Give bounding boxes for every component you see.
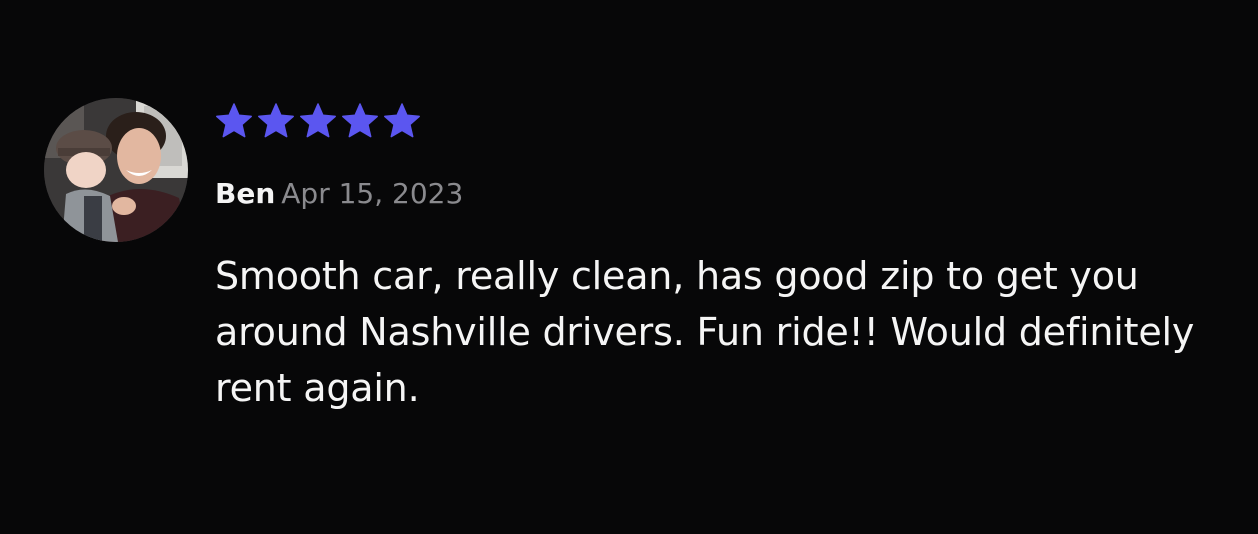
reviewer-name: Ben <box>215 177 276 210</box>
reviewer-photo-avatar <box>44 98 188 242</box>
review-date: Apr 15, 2023 <box>281 177 464 210</box>
review-text: Smooth car, really clean, has good zip t… <box>215 254 1195 410</box>
star-rating <box>215 102 421 142</box>
review-meta: Ben Apr 15, 2023 <box>215 176 463 212</box>
star-icon <box>341 102 379 140</box>
star-icon <box>257 102 295 140</box>
star-icon <box>215 102 253 140</box>
reviewer-avatar <box>44 98 188 242</box>
star-icon <box>383 102 421 140</box>
review-card: Ben Apr 15, 2023 Smooth car, really clean… <box>0 0 1258 534</box>
star-icon <box>299 102 337 140</box>
